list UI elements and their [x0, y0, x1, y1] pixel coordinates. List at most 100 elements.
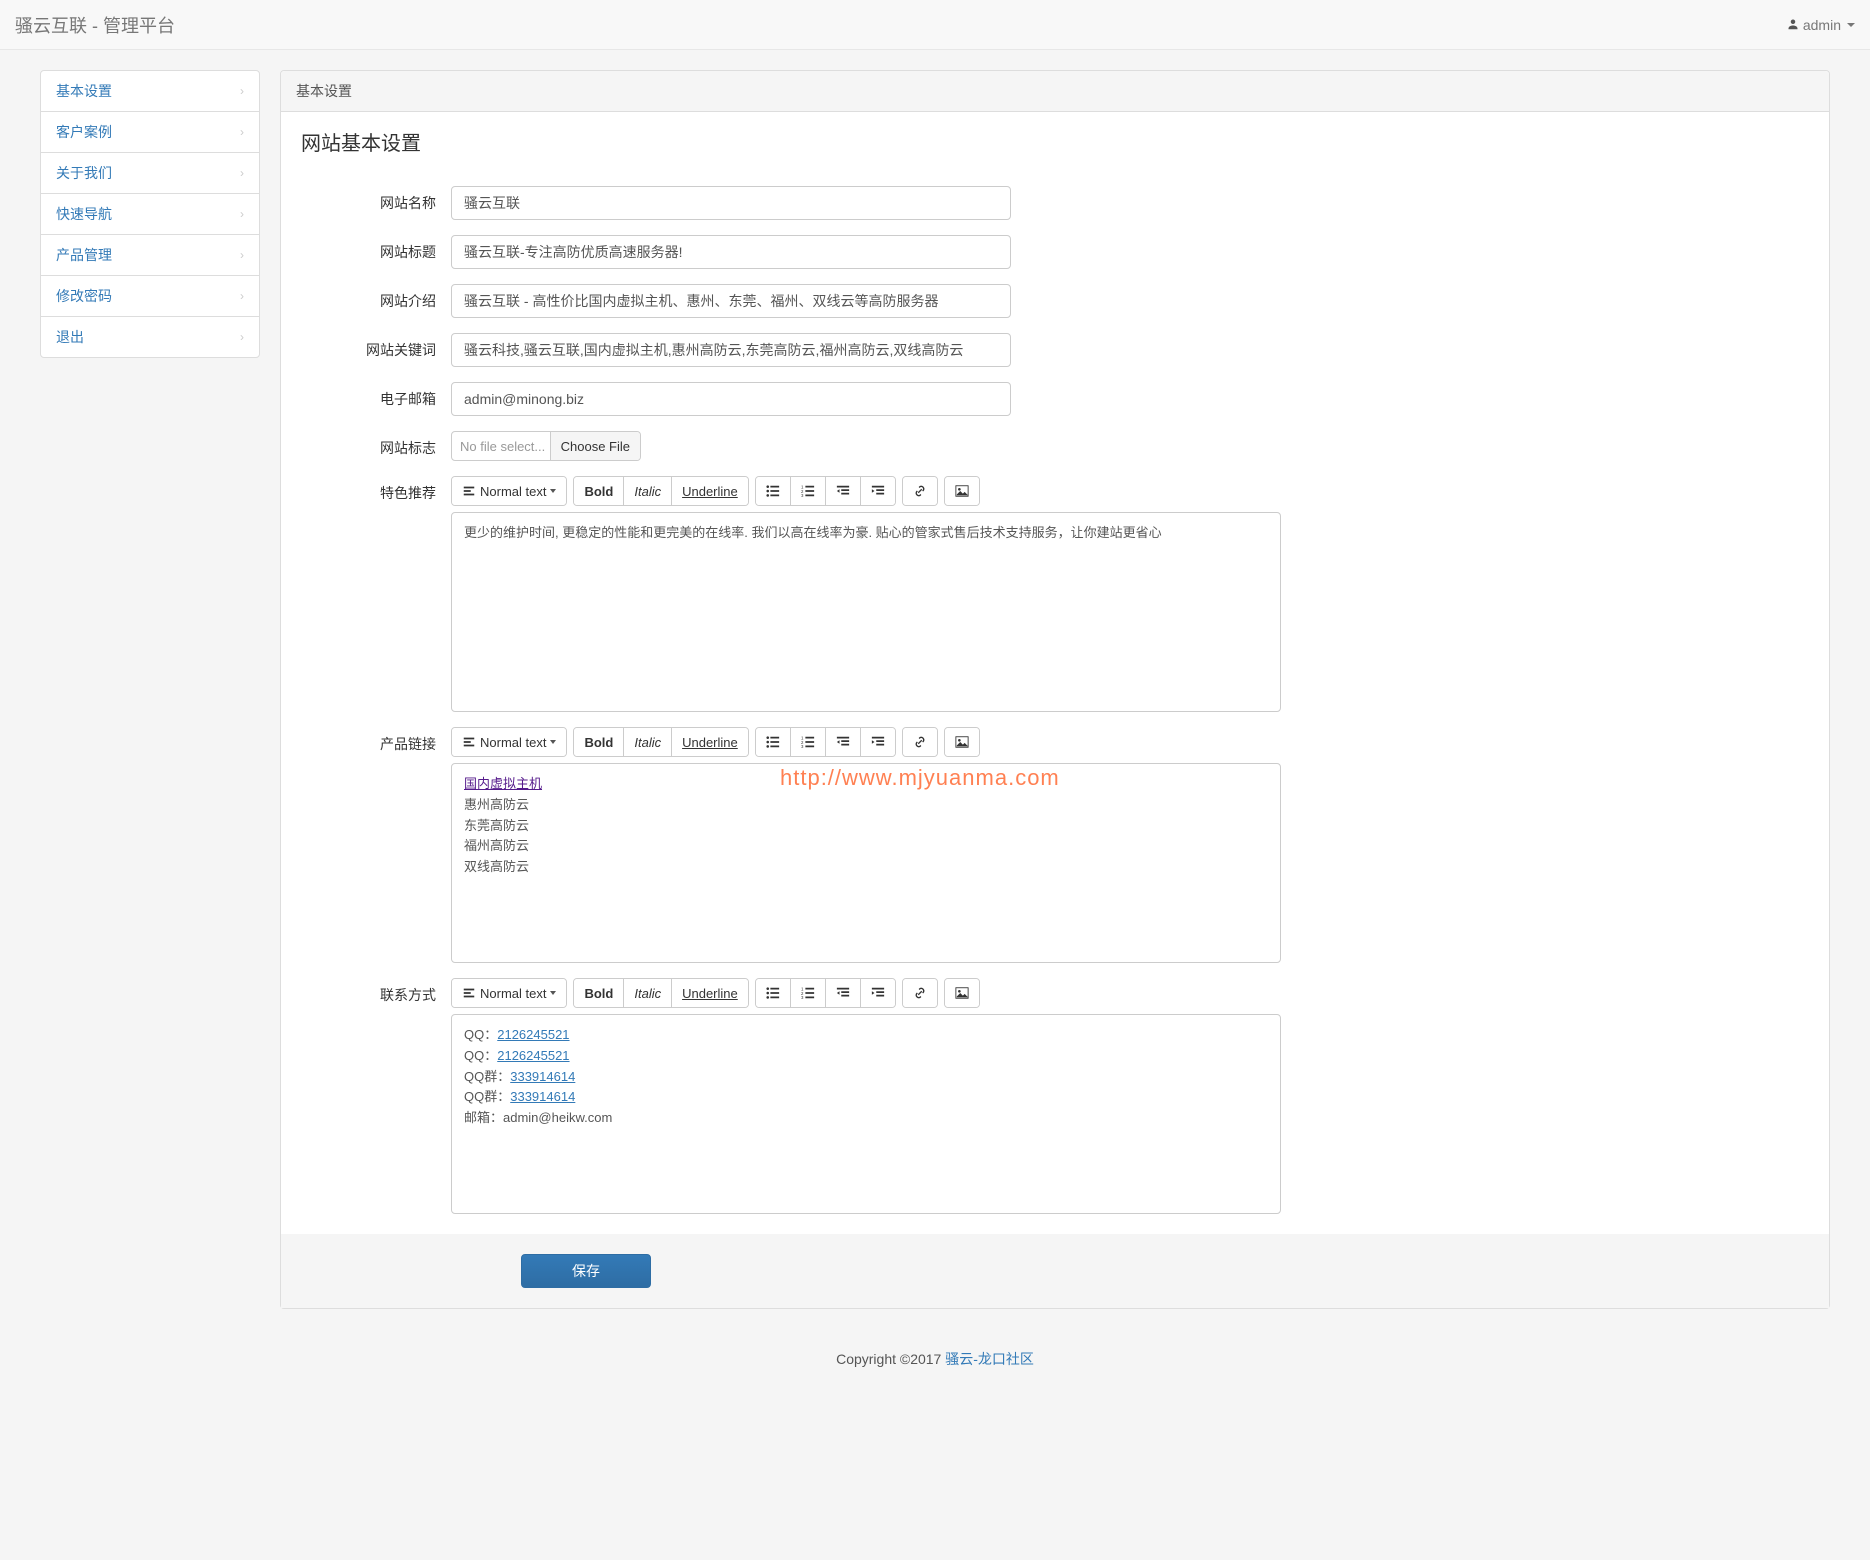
format-dropdown[interactable]: Normal text [452, 728, 566, 756]
list-ol-button[interactable]: 123 [791, 728, 826, 756]
navbar-brand[interactable]: 骚云互联 - 管理平台 [15, 12, 175, 38]
user-menu[interactable]: admin [1787, 17, 1855, 33]
product-line: 惠州高防云 [464, 797, 529, 812]
site-name-input[interactable] [451, 186, 1011, 220]
site-keywords-input[interactable] [451, 333, 1011, 367]
link-button[interactable] [903, 979, 937, 1007]
outdent-button[interactable] [826, 477, 861, 505]
caret-down-icon [550, 740, 556, 744]
image-button[interactable] [945, 477, 979, 505]
indent-button[interactable] [861, 728, 895, 756]
caret-down-icon [550, 489, 556, 493]
page-footer: Copyright ©2017 骚云-龙口社区 [0, 1329, 1870, 1389]
product-line: 东莞高防云 [464, 818, 529, 833]
site-keywords-label: 网站关键词 [301, 333, 451, 360]
chevron-right-icon: › [240, 125, 244, 139]
bold-button[interactable]: Bold [574, 728, 624, 756]
indent-button[interactable] [861, 979, 895, 1007]
sidebar-item-basic-settings[interactable]: 基本设置› [41, 71, 259, 112]
link-button[interactable] [903, 477, 937, 505]
products-editor[interactable]: 国内虚拟主机 惠州高防云 东莞高防云 福州高防云 双线高防云 [451, 763, 1281, 963]
user-icon [1787, 17, 1799, 33]
sidebar-item-customer-cases[interactable]: 客户案例 › [41, 112, 259, 153]
underline-button[interactable]: Underline [672, 477, 748, 505]
products-label: 产品链接 [301, 727, 451, 754]
site-name-label: 网站名称 [301, 186, 451, 213]
contact-line-email: 邮箱：admin@heikw.com [464, 1110, 612, 1125]
outdent-button[interactable] [826, 979, 861, 1007]
sidebar-item-label: 修改密码 [56, 286, 112, 306]
sidebar-item-label: 退出 [56, 327, 84, 347]
contact-line-label: QQ： [464, 1027, 497, 1042]
chevron-right-icon: › [240, 207, 244, 221]
contact-line-label: QQ： [464, 1048, 497, 1063]
site-desc-input[interactable] [451, 284, 1011, 318]
file-input-text: No file select... [452, 432, 550, 460]
featured-label: 特色推荐 [301, 476, 451, 503]
sidebar: 基本设置› 客户案例 › 关于我们› 快速导航 › 产品管理 › 修改密码 › 退出 › [40, 70, 260, 358]
product-line: 双线高防云 [464, 859, 529, 874]
featured-editor[interactable]: 更少的维护时间, 更稳定的性能和更完美的在线率. 我们以高在线率为豪. 贴心的管… [451, 512, 1281, 712]
chevron-right-icon: › [240, 330, 244, 344]
chevron-right-icon: › [240, 248, 244, 262]
chevron-right-icon: › [240, 289, 244, 303]
bold-button[interactable]: Bold [574, 477, 624, 505]
contact-qq-link[interactable]: 2126245521 [497, 1048, 569, 1063]
form-footer: 保存 [281, 1234, 1829, 1308]
contact-qqgroup-link[interactable]: 333914614 [510, 1089, 575, 1104]
italic-button[interactable]: Italic [624, 477, 672, 505]
page-title: 网站基本设置 [301, 127, 1809, 166]
editor-toolbar-contact: Normal text Bold Italic Underline 123 [451, 978, 1281, 1008]
underline-button[interactable]: Underline [672, 979, 748, 1007]
indent-button[interactable] [861, 477, 895, 505]
sidebar-item-label: 客户案例 [56, 122, 112, 142]
svg-text:3: 3 [801, 995, 804, 1000]
footer-copyright: Copyright ©2017 [836, 1351, 945, 1367]
link-button[interactable] [903, 728, 937, 756]
sidebar-item-product-mgmt[interactable]: 产品管理 › [41, 235, 259, 276]
contact-line-label: QQ群： [464, 1089, 510, 1104]
svg-text:3: 3 [801, 744, 804, 749]
italic-button[interactable]: Italic [624, 728, 672, 756]
svg-text:3: 3 [801, 493, 804, 498]
sidebar-item-about-us[interactable]: 关于我们› [41, 153, 259, 194]
sidebar-item-label: 关于我们 [56, 163, 112, 183]
italic-button[interactable]: Italic [624, 979, 672, 1007]
list-ol-button[interactable]: 123 [791, 979, 826, 1007]
format-dropdown[interactable]: Normal text [452, 979, 566, 1007]
contact-label: 联系方式 [301, 978, 451, 1005]
format-dropdown[interactable]: Normal text [452, 477, 566, 505]
outdent-button[interactable] [826, 728, 861, 756]
list-ul-button[interactable] [756, 728, 791, 756]
contact-qqgroup-link[interactable]: 333914614 [510, 1069, 575, 1084]
sidebar-item-change-password[interactable]: 修改密码 › [41, 276, 259, 317]
contact-editor[interactable]: QQ：2126245521 QQ：2126245521 QQ群：33391461… [451, 1014, 1281, 1214]
save-button[interactable]: 保存 [521, 1254, 651, 1288]
site-desc-label: 网站介绍 [301, 284, 451, 311]
list-ul-button[interactable] [756, 979, 791, 1007]
caret-down-icon [550, 991, 556, 995]
product-link[interactable]: 国内虚拟主机 [464, 776, 542, 791]
list-ul-button[interactable] [756, 477, 791, 505]
editor-toolbar-featured: Normal text Bold Italic Underline 123 [451, 476, 1281, 506]
choose-file-button[interactable]: Choose File [550, 432, 640, 460]
underline-button[interactable]: Underline [672, 728, 748, 756]
contact-qq-link[interactable]: 2126245521 [497, 1027, 569, 1042]
sidebar-item-logout[interactable]: 退出 › [41, 317, 259, 357]
caret-down-icon [1847, 23, 1855, 27]
navbar: 骚云互联 - 管理平台 admin [0, 0, 1870, 50]
sidebar-item-label: 基本设置 [56, 81, 112, 101]
user-label: admin [1803, 17, 1841, 33]
bold-button[interactable]: Bold [574, 979, 624, 1007]
sidebar-item-label: 快速导航 [56, 204, 112, 224]
contact-line-label: QQ群： [464, 1069, 510, 1084]
image-button[interactable] [945, 728, 979, 756]
footer-link[interactable]: 骚云-龙口社区 [945, 1351, 1034, 1367]
main-panel: 基本设置 网站基本设置 网站名称 网站标题 网站介绍 网站关键词 [280, 70, 1830, 1309]
image-button[interactable] [945, 979, 979, 1007]
list-ol-button[interactable]: 123 [791, 477, 826, 505]
sidebar-item-label: 产品管理 [56, 245, 112, 265]
sidebar-item-quick-nav[interactable]: 快速导航 › [41, 194, 259, 235]
site-title-input[interactable] [451, 235, 1011, 269]
email-input[interactable] [451, 382, 1011, 416]
